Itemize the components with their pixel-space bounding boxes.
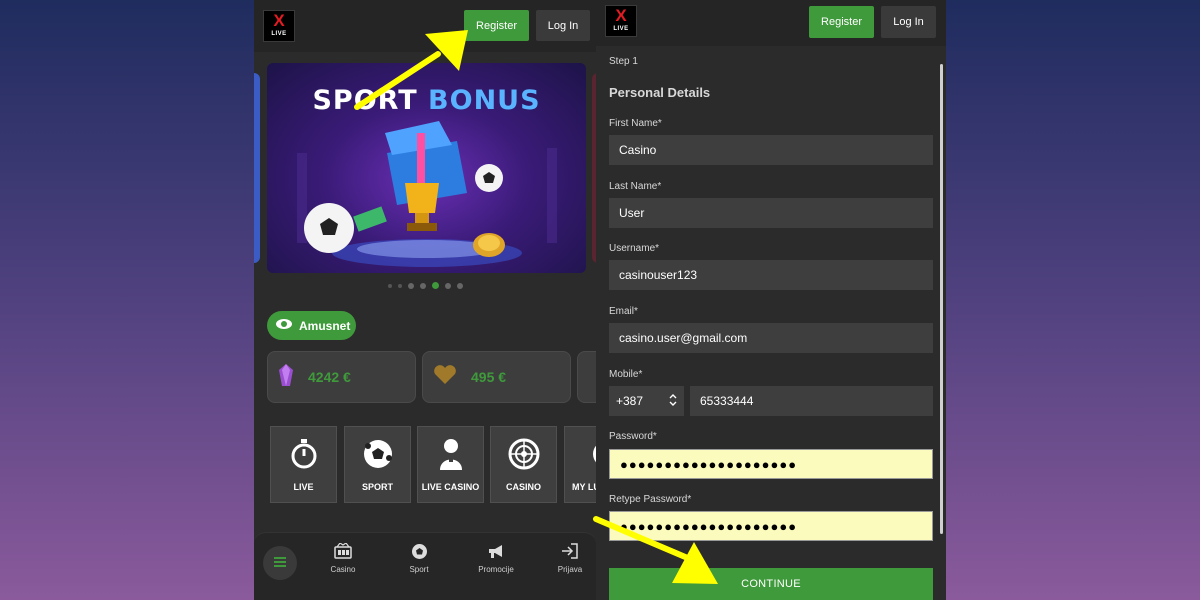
last-name-input[interactable] — [609, 198, 933, 228]
category-my-lucky[interactable]: MY LU — [564, 426, 596, 503]
hamburger-icon — [274, 554, 286, 572]
eye-icon — [275, 318, 293, 333]
site-logo[interactable]: X LIVE — [605, 5, 637, 37]
first-name-label: First Name* — [609, 118, 662, 129]
slot-machine-icon — [313, 542, 373, 563]
gold-heart-icon — [433, 364, 457, 390]
scrollbar[interactable] — [940, 64, 943, 534]
up-down-chevron-icon — [669, 393, 677, 409]
category-live[interactable]: LIVE — [270, 426, 337, 503]
soccer-ball-icon — [345, 437, 410, 471]
category-label: MY LU — [572, 482, 596, 492]
category-label: LIVE — [293, 482, 314, 492]
nav-label: Sport — [409, 565, 429, 574]
soccer-ball-icon — [389, 543, 449, 563]
site-logo[interactable]: X LIVE — [263, 10, 295, 42]
top-header: X LIVE Register Log In — [254, 0, 596, 52]
carousel-dot[interactable] — [444, 282, 451, 289]
retype-password-input[interactable] — [609, 511, 933, 541]
step-indicator: Step 1 — [609, 56, 638, 67]
register-button[interactable]: Register — [464, 10, 529, 41]
gold-coin-icon — [473, 233, 505, 257]
jackpot-card-2[interactable]: 495 € — [422, 351, 571, 403]
login-button[interactable]: Log In — [881, 6, 936, 38]
soccer-ball-icon — [304, 203, 354, 253]
login-button[interactable]: Log In — [536, 10, 590, 41]
email-input[interactable] — [609, 323, 933, 353]
logo-sub: LIVE — [271, 31, 287, 37]
purple-gem-icon — [278, 363, 294, 391]
continue-button[interactable]: CONTINUE — [609, 568, 933, 600]
category-label: CASINO — [505, 482, 541, 492]
nav-promotions[interactable]: Promocije — [466, 543, 526, 574]
register-button[interactable]: Register — [809, 6, 874, 38]
promo-banner[interactable]: SPORT BONUS — [267, 63, 586, 273]
category-casino[interactable]: CASINO — [490, 426, 557, 503]
carousel-dot[interactable] — [397, 283, 402, 288]
lucky-icon — [565, 437, 596, 471]
megaphone-icon — [466, 543, 526, 563]
mobile-label: Mobile* — [609, 369, 643, 380]
nav-label: Prijava — [557, 565, 583, 574]
last-name-label: Last Name* — [609, 181, 662, 192]
password-label: Password* — [609, 431, 657, 442]
carousel-dot[interactable] — [431, 282, 439, 289]
stopwatch-icon — [271, 437, 336, 471]
username-input[interactable] — [609, 260, 933, 290]
category-label: SPORT — [361, 482, 393, 492]
country-code-select[interactable]: +387 — [609, 386, 684, 416]
nav-login[interactable]: Prijava — [540, 543, 596, 574]
section-title: Personal Details — [609, 85, 711, 100]
menu-button[interactable] — [263, 546, 297, 580]
dealer-icon — [418, 437, 483, 471]
prev-banner-peek[interactable] — [254, 73, 260, 263]
nav-casino[interactable]: Casino — [313, 542, 373, 574]
banner-artwork — [297, 121, 557, 267]
provider-pill-label: Amusnet — [299, 318, 351, 333]
carousel-dot[interactable] — [387, 283, 392, 288]
retype-password-label: Retype Password* — [609, 494, 692, 505]
login-icon — [540, 543, 596, 563]
category-sport[interactable]: SPORT — [344, 426, 411, 503]
logo-sub: LIVE — [613, 26, 629, 32]
mobile-input[interactable] — [690, 386, 933, 416]
category-label: LIVE CASINO — [421, 482, 480, 492]
password-input[interactable] — [609, 449, 933, 479]
carousel-dot[interactable] — [407, 282, 414, 289]
logo-mark: X — [273, 11, 285, 30]
registration-screen: X LIVE Register Log In Step 1 Personal D… — [596, 0, 946, 600]
provider-pill-amusnet[interactable]: Amusnet — [267, 311, 356, 340]
category-live-casino[interactable]: LIVE CASINO — [417, 426, 484, 503]
nav-sport[interactable]: Sport — [389, 543, 449, 574]
nav-label: Casino — [330, 565, 356, 574]
jackpot-value-1: 4242 € — [308, 369, 351, 385]
email-label: Email* — [609, 306, 638, 317]
username-label: Username* — [609, 243, 660, 254]
jackpot-value-2: 495 € — [471, 369, 507, 385]
jackpot-card-1[interactable]: 4242 € — [267, 351, 416, 403]
bottom-navigation: Casino Sport Promocije Prijava — [254, 532, 596, 600]
carousel-dots[interactable] — [254, 282, 596, 289]
roulette-icon — [491, 437, 556, 471]
cash-icon — [353, 206, 387, 232]
carousel-dot[interactable] — [456, 282, 463, 289]
top-header: X LIVE Register Log In — [596, 0, 946, 46]
home-screen: X LIVE Register Log In SPORT BONUS Amusn… — [254, 0, 596, 600]
country-code-value: +387 — [616, 394, 644, 408]
first-name-input[interactable] — [609, 135, 933, 165]
carousel-dot[interactable] — [419, 282, 426, 289]
logo-mark: X — [615, 6, 627, 25]
soccer-ball-small-icon — [475, 164, 503, 192]
jackpot-card-3-peek[interactable] — [577, 351, 596, 403]
trophy-icon — [405, 183, 439, 231]
nav-label: Promocije — [478, 565, 514, 574]
